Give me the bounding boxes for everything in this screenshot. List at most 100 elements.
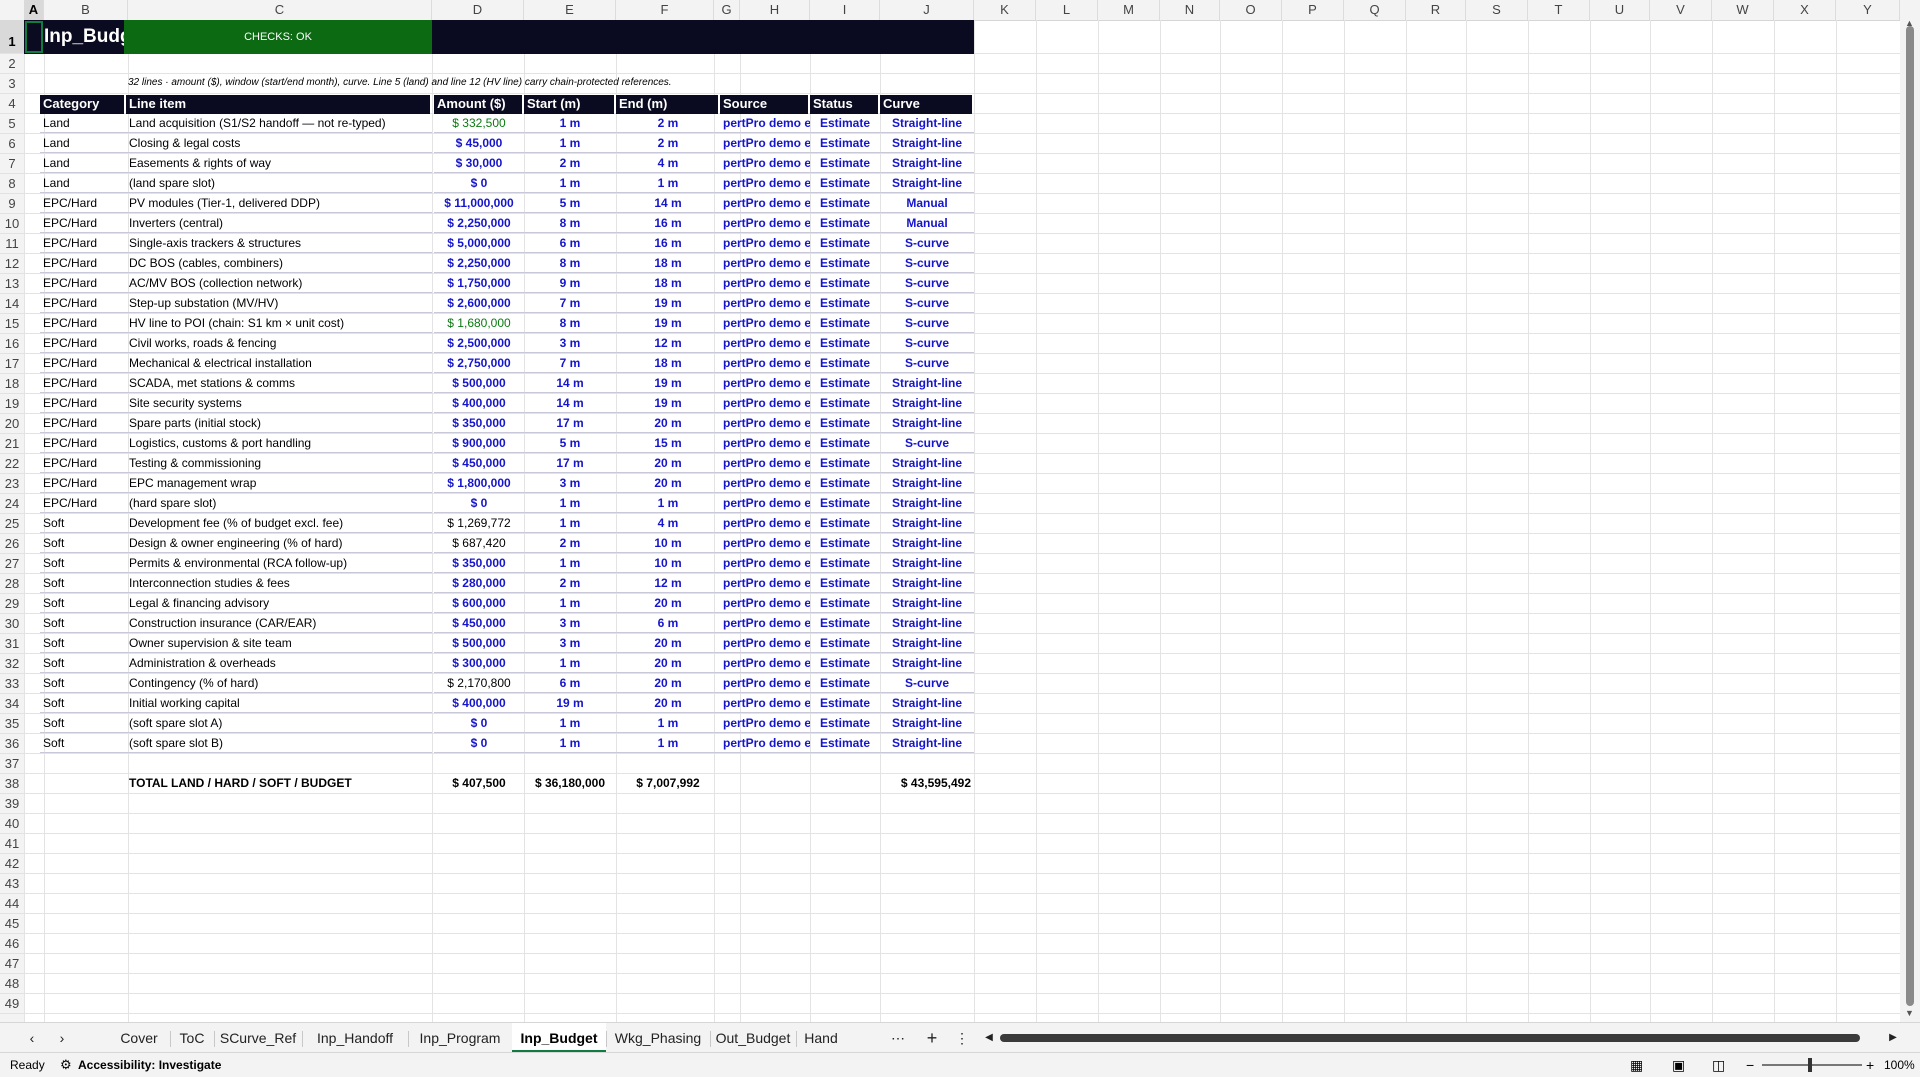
start-month-cell[interactable]: 14 m bbox=[524, 374, 616, 393]
start-month-cell[interactable]: 1 m bbox=[524, 114, 616, 133]
start-month-cell[interactable]: 1 m bbox=[524, 494, 616, 513]
row-header-15[interactable]: 15 bbox=[0, 314, 24, 334]
curve-cell[interactable]: Straight-line bbox=[880, 374, 974, 393]
status-cell[interactable]: Estimate bbox=[810, 694, 880, 713]
amount-cell[interactable]: $ 0 bbox=[434, 714, 524, 733]
row-header-21[interactable]: 21 bbox=[0, 434, 24, 454]
category-cell[interactable]: EPC/Hard bbox=[40, 374, 126, 393]
source-cell[interactable]: pertPro demo es bbox=[720, 374, 810, 393]
category-cell[interactable]: EPC/Hard bbox=[40, 434, 126, 453]
row-header-1[interactable]: 1 bbox=[0, 20, 24, 54]
category-cell[interactable]: Soft bbox=[40, 614, 126, 633]
curve-cell[interactable]: Straight-line bbox=[880, 594, 974, 613]
source-cell[interactable]: pertPro demo es bbox=[720, 494, 810, 513]
start-month-cell[interactable]: 17 m bbox=[524, 454, 616, 473]
curve-cell[interactable]: Straight-line bbox=[880, 414, 974, 433]
row-header-8[interactable]: 8 bbox=[0, 174, 24, 194]
amount-cell[interactable]: $ 450,000 bbox=[434, 454, 524, 473]
category-cell[interactable]: EPC/Hard bbox=[40, 314, 126, 333]
line-item-cell[interactable]: HV line to POI (chain: S1 km × unit cost… bbox=[126, 314, 432, 333]
status-cell[interactable]: Estimate bbox=[810, 114, 880, 133]
totals-label[interactable]: TOTAL LAND / HARD / SOFT / BUDGET bbox=[126, 774, 432, 793]
start-month-cell[interactable]: 3 m bbox=[524, 474, 616, 493]
status-cell[interactable]: Estimate bbox=[810, 434, 880, 453]
more-tabs-icon[interactable]: ⋯ bbox=[886, 1023, 910, 1053]
column-header-v[interactable]: V bbox=[1650, 0, 1712, 20]
curve-cell[interactable]: S-curve bbox=[880, 274, 974, 293]
category-cell[interactable]: Soft bbox=[40, 534, 126, 553]
zoom-slider[interactable] bbox=[1762, 1064, 1862, 1066]
accessibility-icon[interactable]: ⚙ bbox=[60, 1053, 72, 1077]
row-header-3[interactable]: 3 bbox=[0, 74, 24, 94]
curve-cell[interactable]: Straight-line bbox=[880, 154, 974, 173]
status-cell[interactable]: Estimate bbox=[810, 314, 880, 333]
start-month-cell[interactable]: 1 m bbox=[524, 654, 616, 673]
status-cell[interactable]: Estimate bbox=[810, 654, 880, 673]
column-header-a[interactable]: A bbox=[24, 0, 44, 20]
status-cell[interactable]: Estimate bbox=[810, 534, 880, 553]
line-item-cell[interactable]: (soft spare slot A) bbox=[126, 714, 432, 733]
end-month-cell[interactable]: 19 m bbox=[616, 394, 720, 413]
status-cell[interactable]: Estimate bbox=[810, 154, 880, 173]
column-header-w[interactable]: W bbox=[1712, 0, 1774, 20]
category-cell[interactable]: EPC/Hard bbox=[40, 454, 126, 473]
amount-cell[interactable]: $ 2,170,800 bbox=[434, 674, 524, 693]
start-month-cell[interactable]: 3 m bbox=[524, 634, 616, 653]
start-month-cell[interactable]: 6 m bbox=[524, 234, 616, 253]
amount-cell[interactable]: $ 900,000 bbox=[434, 434, 524, 453]
column-header-s[interactable]: S bbox=[1466, 0, 1528, 20]
curve-cell[interactable]: S-curve bbox=[880, 234, 974, 253]
start-month-cell[interactable]: 5 m bbox=[524, 194, 616, 213]
category-cell[interactable]: EPC/Hard bbox=[40, 234, 126, 253]
category-cell[interactable]: EPC/Hard bbox=[40, 494, 126, 513]
source-cell[interactable]: pertPro demo es bbox=[720, 514, 810, 533]
line-item-cell[interactable]: Step-up substation (MV/HV) bbox=[126, 294, 432, 313]
row-header-41[interactable]: 41 bbox=[0, 834, 24, 854]
header-curve[interactable]: Curve bbox=[880, 95, 972, 114]
row-header-30[interactable]: 30 bbox=[0, 614, 24, 634]
source-cell[interactable]: pertPro demo es bbox=[720, 574, 810, 593]
curve-cell[interactable]: S-curve bbox=[880, 254, 974, 273]
column-header-k[interactable]: K bbox=[974, 0, 1036, 20]
status-cell[interactable]: Estimate bbox=[810, 174, 880, 193]
end-month-cell[interactable]: 16 m bbox=[616, 234, 720, 253]
end-month-cell[interactable]: 20 m bbox=[616, 634, 720, 653]
zoom-out-icon[interactable]: − bbox=[1746, 1053, 1754, 1077]
category-cell[interactable]: Soft bbox=[40, 514, 126, 533]
end-month-cell[interactable]: 12 m bbox=[616, 334, 720, 353]
status-cell[interactable]: Estimate bbox=[810, 414, 880, 433]
curve-cell[interactable]: Straight-line bbox=[880, 634, 974, 653]
category-cell[interactable]: EPC/Hard bbox=[40, 334, 126, 353]
category-cell[interactable]: Soft bbox=[40, 594, 126, 613]
add-sheet-icon[interactable]: + bbox=[920, 1023, 944, 1053]
column-header-d[interactable]: D bbox=[432, 0, 524, 20]
curve-cell[interactable]: S-curve bbox=[880, 294, 974, 313]
row-header-23[interactable]: 23 bbox=[0, 474, 24, 494]
source-cell[interactable]: pertPro demo es bbox=[720, 454, 810, 473]
total-hard[interactable]: $ 36,180,000 bbox=[524, 774, 616, 793]
line-item-cell[interactable]: Construction insurance (CAR/EAR) bbox=[126, 614, 432, 633]
amount-cell[interactable]: $ 0 bbox=[434, 174, 524, 193]
row-header-46[interactable]: 46 bbox=[0, 934, 24, 954]
row-header-24[interactable]: 24 bbox=[0, 494, 24, 514]
source-cell[interactable]: pertPro demo es bbox=[720, 194, 810, 213]
source-cell[interactable]: pertPro demo es bbox=[720, 294, 810, 313]
line-item-cell[interactable]: Contingency (% of hard) bbox=[126, 674, 432, 693]
line-item-cell[interactable]: Closing & legal costs bbox=[126, 134, 432, 153]
start-month-cell[interactable]: 7 m bbox=[524, 354, 616, 373]
scroll-up-icon[interactable]: ▲ bbox=[1905, 18, 1914, 28]
status-cell[interactable]: Estimate bbox=[810, 454, 880, 473]
end-month-cell[interactable]: 4 m bbox=[616, 154, 720, 173]
amount-cell[interactable]: $ 30,000 bbox=[434, 154, 524, 173]
source-cell[interactable]: pertPro demo es bbox=[720, 654, 810, 673]
source-cell[interactable]: pertPro demo es bbox=[720, 614, 810, 633]
curve-cell[interactable]: S-curve bbox=[880, 674, 974, 693]
source-cell[interactable]: pertPro demo es bbox=[720, 254, 810, 273]
category-cell[interactable]: Soft bbox=[40, 714, 126, 733]
source-cell[interactable]: pertPro demo es bbox=[720, 394, 810, 413]
line-item-cell[interactable]: Interconnection studies & fees bbox=[126, 574, 432, 593]
row-header-27[interactable]: 27 bbox=[0, 554, 24, 574]
row-header-11[interactable]: 11 bbox=[0, 234, 24, 254]
row-header-32[interactable]: 32 bbox=[0, 654, 24, 674]
line-item-cell[interactable]: Single-axis trackers & structures bbox=[126, 234, 432, 253]
